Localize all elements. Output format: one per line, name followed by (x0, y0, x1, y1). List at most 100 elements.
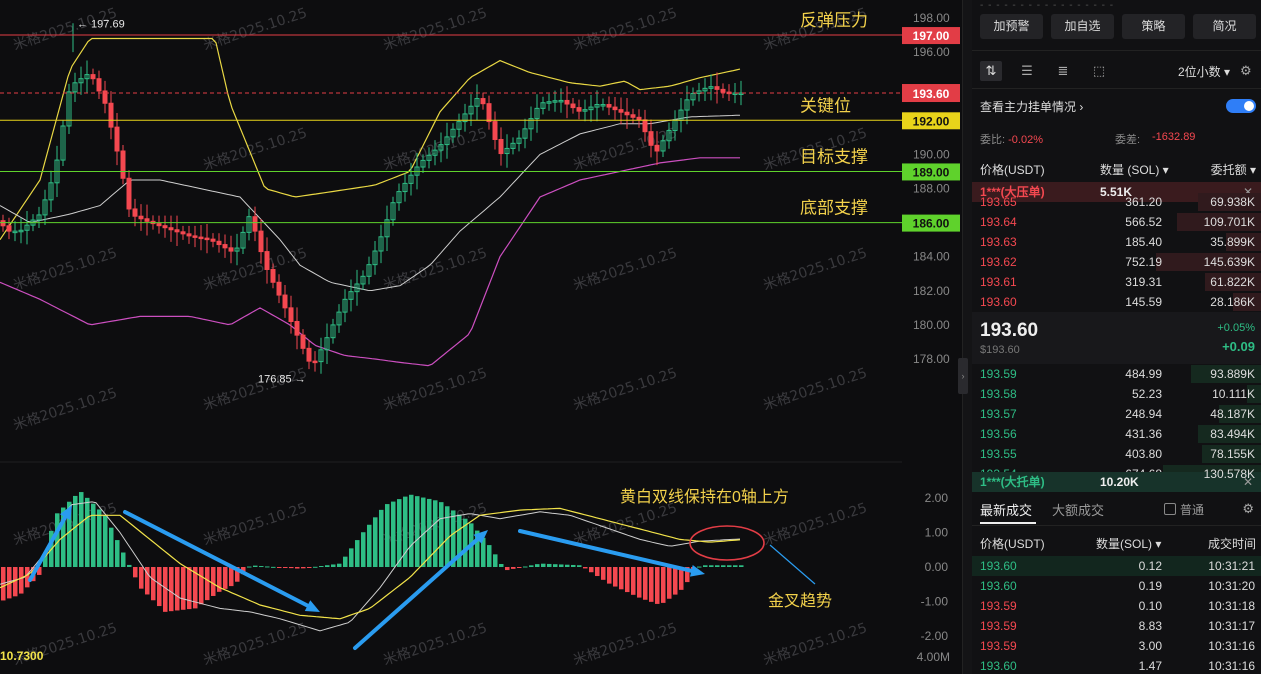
macd-histogram-bar (121, 552, 126, 567)
golden-cross-circle (689, 525, 765, 561)
tab-latest-trades[interactable]: 最新成交 (980, 500, 1032, 519)
bid-qty: 484.99 (1125, 367, 1162, 381)
settings-icon[interactable]: ⚙ (1242, 501, 1254, 517)
candle-body (282, 294, 288, 309)
macd-histogram-bar (211, 567, 216, 596)
candle-body (570, 103, 576, 109)
macd-histogram-bar (19, 567, 24, 594)
bid-amount: 10.111K (1212, 387, 1255, 401)
divider (972, 50, 1261, 51)
candle-body (480, 98, 486, 105)
macd-histogram-bar (325, 565, 330, 567)
candle-body (492, 121, 498, 140)
macd-histogram-bar (181, 567, 186, 610)
collapse-handle-icon[interactable]: › (958, 358, 968, 394)
ask-row[interactable]: 193.64 566.52 109.701K (972, 212, 1261, 232)
candle-body (312, 360, 318, 364)
ask-row[interactable]: 193.63 185.40 35.899K (972, 232, 1261, 252)
kline-chart-area[interactable]: 米格2025.10.25 米格2025.10.25 米格2025.10.25 米格20… (0, 0, 962, 674)
strategy-button[interactable]: 策略 (1122, 14, 1185, 39)
trade-qty: 8.83 (1138, 619, 1162, 633)
decimals-select[interactable]: 2位小数 ▾ (1178, 63, 1230, 80)
macd-histogram-bar (613, 567, 618, 587)
macd-histogram-bar (649, 567, 654, 602)
watermark: 米格2025.10.25 (761, 365, 869, 414)
watermark: 米格2025.10.25 (381, 5, 489, 54)
candle-body (654, 144, 660, 152)
candle-body (228, 247, 234, 252)
macd-histogram-bar (115, 540, 120, 567)
macd-histogram-bar (301, 567, 306, 569)
normal-checkbox[interactable] (1164, 503, 1176, 515)
level-label: 关键位 (800, 96, 851, 115)
candle-body (168, 227, 174, 231)
ask-row[interactable]: 193.65 361.20 69.938K (972, 192, 1261, 212)
candle-body (258, 230, 264, 253)
indicator-axis-tick: -2.00 (921, 629, 949, 643)
ask-price: 193.60 (980, 295, 1017, 309)
ask-amount: 28.186K (1210, 295, 1255, 309)
candle-body (264, 251, 270, 270)
add-alert-button[interactable]: 加预警 (980, 14, 1043, 39)
indicator-value: 10.7300 (0, 649, 44, 663)
trade-qty: 0.19 (1138, 579, 1162, 593)
macd-histogram-bar (439, 502, 444, 567)
diff-value: -1632.89 (1152, 131, 1196, 143)
macd-histogram-bar (559, 564, 564, 567)
macd-histogram-bar (373, 517, 378, 567)
add-watchlist-button[interactable]: 加自选 (1051, 14, 1114, 39)
candle-body (606, 104, 612, 108)
large-bid-label: 1***(大托单) (980, 475, 1045, 489)
macd-histogram-bar (529, 565, 534, 567)
list-ask-icon[interactable]: ≣ (1052, 61, 1074, 81)
candle-body (180, 231, 186, 235)
candle-body (642, 119, 648, 133)
candle-body (210, 238, 216, 242)
bid-row[interactable]: 193.55 403.80 78.155K (972, 444, 1261, 464)
ask-qty: 361.20 (1125, 195, 1162, 209)
macd-histogram-bar (721, 565, 726, 567)
candle-body (624, 111, 630, 116)
macd-histogram-bar (259, 566, 264, 568)
price-axis-tick: 182.00 (913, 284, 950, 298)
macd-histogram-bar (385, 504, 390, 567)
macd-histogram-bar (361, 532, 366, 567)
bid-price: 193.56 (980, 427, 1017, 441)
overview-button[interactable]: 简况 (1193, 14, 1256, 39)
candle-body (96, 78, 102, 92)
pointer-line (769, 544, 816, 585)
bid-row[interactable]: 193.59 484.99 93.889K (972, 364, 1261, 384)
kline-chart[interactable]: 米格2025.10.25 米格2025.10.25 米格2025.10.25 米格20… (0, 0, 962, 674)
bid-row[interactable]: 193.57 248.94 48.187K (972, 404, 1261, 424)
tab-large-trades[interactable]: 大额成交 (1052, 500, 1104, 519)
candle-body (114, 126, 120, 152)
candle-body (186, 233, 192, 237)
trade-col-qty[interactable]: 数量(SOL) ▾ (1096, 535, 1161, 552)
list-both-icon[interactable]: ☰ (1016, 61, 1038, 81)
depth-both-icon[interactable]: ⇅ (980, 61, 1002, 81)
settings-icon[interactable]: ⚙ (1240, 63, 1256, 79)
trade-col-price: 价格(USDT) (980, 537, 1045, 551)
ask-row[interactable]: 193.60 145.59 28.186K (972, 292, 1261, 312)
bid-row[interactable]: 193.56 431.36 83.494K (972, 424, 1261, 444)
candle-body (192, 235, 198, 238)
bid-row[interactable]: 193.58 52.23 10.111K (972, 384, 1261, 404)
macd-annotation: 黄白双线保持在0轴上方 (620, 488, 789, 506)
candle-body (618, 109, 624, 113)
col-qty[interactable]: 数量 (SOL) ▾ (1100, 161, 1169, 178)
macd-histogram-bar (499, 564, 504, 567)
fullscreen-icon[interactable]: ⬚ (1088, 61, 1110, 81)
trade-time: 10:31:16 (1208, 639, 1255, 653)
trade-price: 193.60 (980, 579, 1017, 593)
ask-row[interactable]: 193.62 752.19 145.639K (972, 252, 1261, 272)
candle-body (156, 223, 162, 227)
last-price-usd: $193.60 (980, 344, 1020, 356)
trade-qty: 0.10 (1138, 599, 1162, 613)
col-amount[interactable]: 委托额 ▾ (1211, 161, 1256, 178)
change-percent: +0.05% (1217, 322, 1255, 334)
ask-row[interactable]: 193.61 319.31 61.822K (972, 272, 1261, 292)
major-orders-link[interactable]: 查看主力挂单情况 › (980, 98, 1083, 115)
price-axis-tick: 180.00 (913, 318, 950, 332)
trade-time: 10:31:17 (1208, 619, 1255, 633)
major-orders-toggle[interactable] (1226, 99, 1256, 113)
